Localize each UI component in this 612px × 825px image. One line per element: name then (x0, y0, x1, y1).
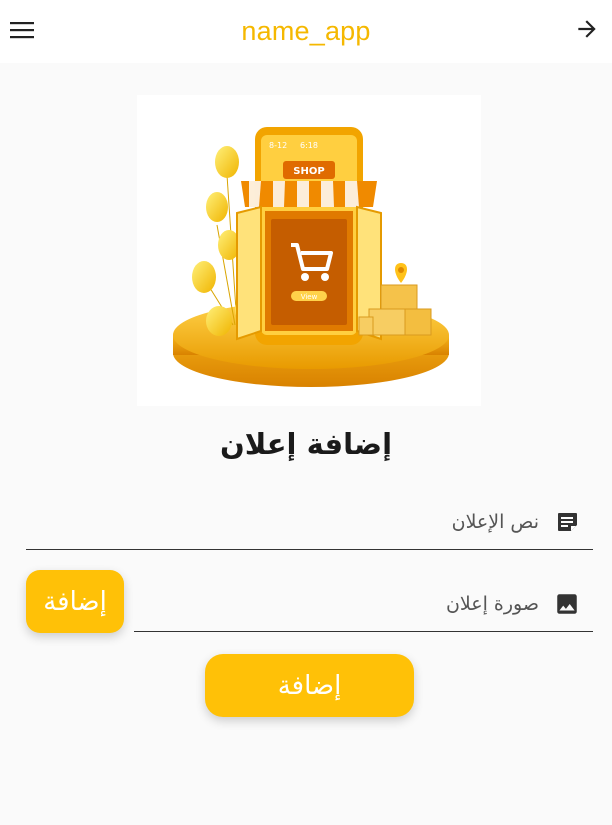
image-icon (553, 590, 581, 618)
app-bar: name_app (0, 0, 612, 63)
back-button[interactable] (572, 14, 602, 44)
arrow-forward-icon (578, 20, 596, 38)
phone-time-left: 8-12 (269, 141, 287, 150)
app-title: name_app (241, 16, 371, 46)
phone-time-right: 6:18 (300, 141, 318, 150)
ad-text-input[interactable] (26, 495, 553, 549)
page-title: إضافة إعلان (219, 427, 393, 461)
ad-image-input[interactable] (134, 577, 553, 631)
submit-button[interactable]: إضافة (205, 654, 414, 717)
shop-sign: SHOP (293, 166, 324, 177)
notes-icon (553, 508, 581, 536)
menu-button[interactable] (7, 15, 37, 45)
ad-image-field (134, 577, 593, 632)
pick-image-button[interactable]: إضافة (26, 570, 124, 633)
view-label: View (301, 293, 318, 301)
shop-illustration: 8-12 6:18 SHOP View (173, 127, 449, 387)
hero-image: 8-12 6:18 SHOP View (137, 95, 481, 406)
menu-icon (10, 22, 34, 39)
location-pin-icon (395, 263, 407, 283)
ad-text-field (26, 495, 593, 550)
